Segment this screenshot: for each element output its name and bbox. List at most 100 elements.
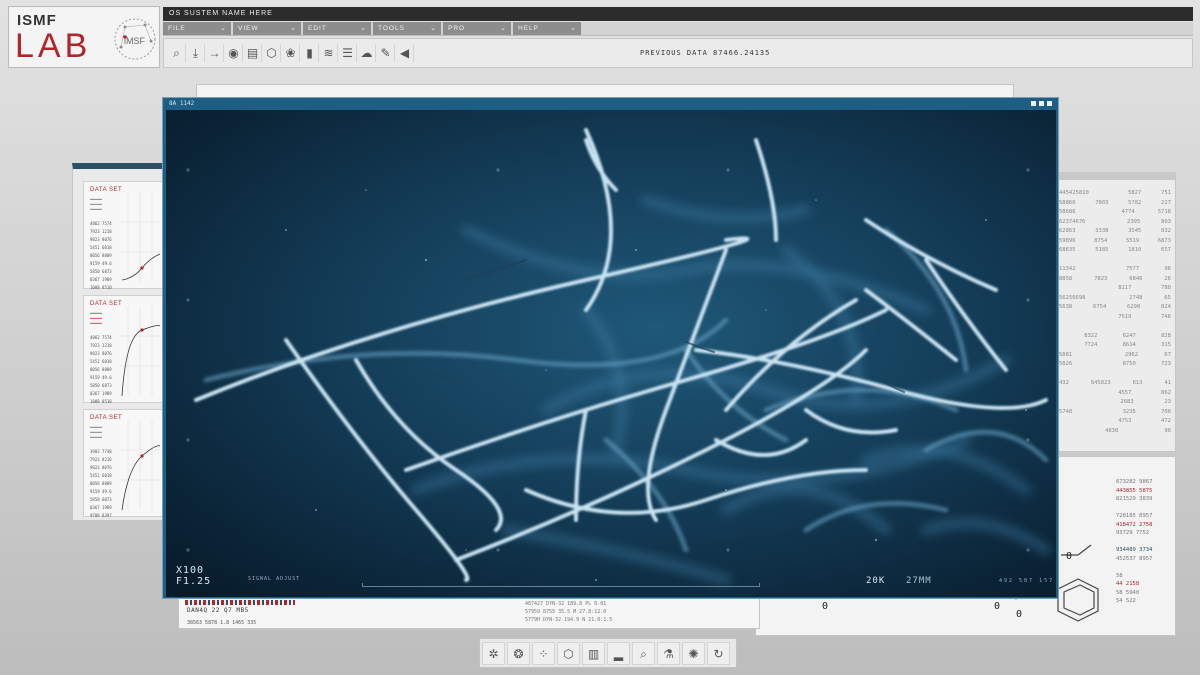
numeric-cell: 2962 [1124, 351, 1139, 358]
dataset-subtitle-lines: ▬▬▬ ▬▬▬ ▬▬▬ [90, 424, 102, 439]
numeric-cell: 3235 [1122, 408, 1136, 415]
signal-bars-icon[interactable]: ▂ [607, 642, 630, 665]
bottom-data-strip: DAN4Q 22 Q7 MB5 38563 5878 1.8 1465 335 … [178, 595, 760, 629]
chevron-down-icon: ⌄ [360, 25, 367, 32]
menu-help[interactable]: HELP ⌄ [513, 22, 581, 35]
pen-icon[interactable]: ✎ [377, 44, 395, 62]
dataset-card[interactable]: DATA SET ▬▬▬ ▬▬▬ ▬▬▬ 3982 7748 7923 8216 98… [83, 409, 163, 518]
arrow-right-icon[interactable]: → [206, 44, 224, 62]
numeric-cell: 7803 [1095, 199, 1109, 206]
eye-icon[interactable]: ◉ [225, 44, 243, 62]
dataset-card[interactable]: DATA SET ▬▬▬ ▬▬▬ ▬▬▬ 4862 7574 7923 1218 98… [83, 181, 163, 290]
barcode-stripes [185, 600, 295, 605]
numeric-cell: 5748 [1059, 408, 1073, 415]
refresh-icon[interactable]: ↻ [707, 642, 730, 665]
chevron-down-icon: ⌄ [570, 25, 577, 32]
menu-pro-label: PRO [448, 25, 466, 32]
atom-icon[interactable]: ✺ [682, 642, 705, 665]
numeric-row: 5638 6754 6290 824 [1055, 304, 1175, 314]
numeric-cell: 445425810 [1059, 190, 1089, 196]
menu-edit-label: EDIT [308, 25, 327, 32]
svg-text:0: 0 [1066, 551, 1072, 562]
numeric-cell: 2683 [1120, 399, 1134, 405]
numeric-cell: 41 [1164, 380, 1171, 386]
cells-icon[interactable]: ❂ [507, 642, 530, 665]
barcode-icon[interactable]: ▥ [582, 642, 605, 665]
numeric-cell: 62374676 [1059, 218, 1086, 225]
numeric-row: 5826 8750 723 [1055, 361, 1175, 371]
numeric-row: 4753 472 [1055, 418, 1175, 428]
numeric-cell: 751 [1161, 190, 1171, 196]
chevron-down-icon: ⌄ [290, 25, 297, 32]
speaker-icon[interactable]: ◀ [396, 44, 414, 62]
svg-text:0: 0 [1016, 609, 1022, 620]
numeric-cell: 3545 [1128, 228, 1142, 234]
clipboard-icon[interactable]: ▤ [244, 44, 262, 62]
numeric-cell: 3338 [1095, 228, 1109, 234]
menu-tools[interactable]: TOOLS ⌄ [373, 22, 441, 35]
numeric-cell: 8117 [1118, 285, 1132, 291]
molecule-network-icon[interactable]: ⁘ [532, 642, 555, 665]
numeric-cell: 7577 [1125, 266, 1140, 272]
vial-icon[interactable]: ⚗ [657, 642, 680, 665]
hexagon-icon[interactable]: ⬡ [557, 642, 580, 665]
numeric-cell: 5782 [1128, 199, 1142, 206]
numeric-cell: 65 [1164, 294, 1171, 301]
menu-pro[interactable]: PRO ⌄ [443, 22, 511, 35]
close-button[interactable] [1047, 101, 1052, 106]
signal-icon[interactable]: ▮ [301, 44, 319, 62]
numeric-cell: 90 [1164, 427, 1171, 434]
sliders-icon[interactable]: ☰ [339, 44, 357, 62]
dataset-title: DATA SET [90, 187, 123, 193]
numeric-row: 59896 8754 5519 6873 [1055, 238, 1175, 248]
cloud-icon[interactable]: ☁ [358, 44, 376, 62]
numeric-cell: 824 [1161, 304, 1171, 310]
numeric-row: 7724 8614 315 [1055, 342, 1175, 352]
numeric-cell: 746 [1161, 313, 1171, 320]
magnifier-icon[interactable]: ⌕ [632, 642, 655, 665]
maximize-button[interactable] [1039, 101, 1044, 106]
microscope-image[interactable]: X100 F1.25 SIGNAL ADJUST 20K 27MM 492 58… [166, 110, 1056, 597]
numeric-cell: 7519 [1118, 313, 1132, 320]
numeric-cell: 8614 [1122, 342, 1136, 348]
focal-length-readout: 27MM [906, 576, 932, 586]
molecule-icon[interactable]: ⬡ [263, 44, 281, 62]
numeric-row [1055, 323, 1175, 333]
seal-text: iMSF [124, 36, 145, 46]
menu-file[interactable]: FILE ⌄ [163, 22, 231, 35]
search-icon[interactable]: ⌕ [168, 44, 186, 62]
virus-icon[interactable]: ✲ [482, 642, 505, 665]
logo-brand-main: LAB [15, 27, 92, 65]
numeric-cell: 5826 [1059, 361, 1073, 367]
numeric-cell: 2395 [1127, 218, 1141, 225]
viewer-title-bar[interactable]: 8A 1142 [163, 98, 1058, 110]
viewer-tag: 8A 1142 [169, 100, 195, 107]
signal-adjust-slider[interactable] [362, 583, 760, 587]
numeric-cell: 7724 [1084, 342, 1098, 348]
numeric-row: 5748 3235 700 [1055, 409, 1175, 419]
numeric-cell: 23 [1164, 399, 1171, 405]
menu-view[interactable]: VIEW ⌄ [233, 22, 301, 35]
wifi-icon[interactable]: ≋ [320, 44, 338, 62]
cells-icon[interactable]: ❀ [282, 44, 300, 62]
numeric-cell: 59896 [1059, 237, 1076, 244]
menu-edit[interactable]: EDIT ⌄ [303, 22, 371, 35]
background-window [196, 84, 1014, 98]
numeric-cell: 5881 [1059, 351, 1073, 358]
numeric-cell: 5638 [1059, 304, 1073, 310]
numeric-cell: 2748 [1129, 294, 1143, 301]
minimize-button[interactable] [1031, 101, 1036, 106]
svg-text:0: 0 [994, 601, 1000, 612]
numeric-cell: 803 [1161, 218, 1171, 225]
dataset-panel: DATA SET ▬▬▬ ▬▬▬ ▬▬▬ 4862 7574 7923 1218 98… [72, 163, 166, 521]
numeric-cell: 8750 [1122, 361, 1136, 367]
dataset-card[interactable]: DATA SET ▬▬▬ ▬▬▬ ▬▬▬ 4862 7574 7923 1218 98… [83, 295, 163, 404]
numeric-row [1055, 371, 1175, 381]
download-icon[interactable]: ⤓ [187, 44, 205, 62]
numeric-cell: 5718 [1157, 209, 1171, 215]
menu-bar: FILE ⌄ VIEW ⌄ EDIT ⌄ TOOLS ⌄ PRO ⌄ HELP ⌄ [163, 22, 1193, 36]
dataset-mini-chart [120, 420, 160, 511]
numeric-cell: 6290 [1127, 304, 1141, 310]
toolbar: ⌕ ⤓ → ◉ ▤ ⬡ ❀ ▮ ≋ ☰ ☁ ✎ ◀ PREVIOUS DATA 87466.24135 [163, 38, 1193, 68]
microscope-viewer-window[interactable]: 8A 1142 X100 F1.25 SIGNAL ADJUST 20K 27M… [162, 97, 1059, 599]
